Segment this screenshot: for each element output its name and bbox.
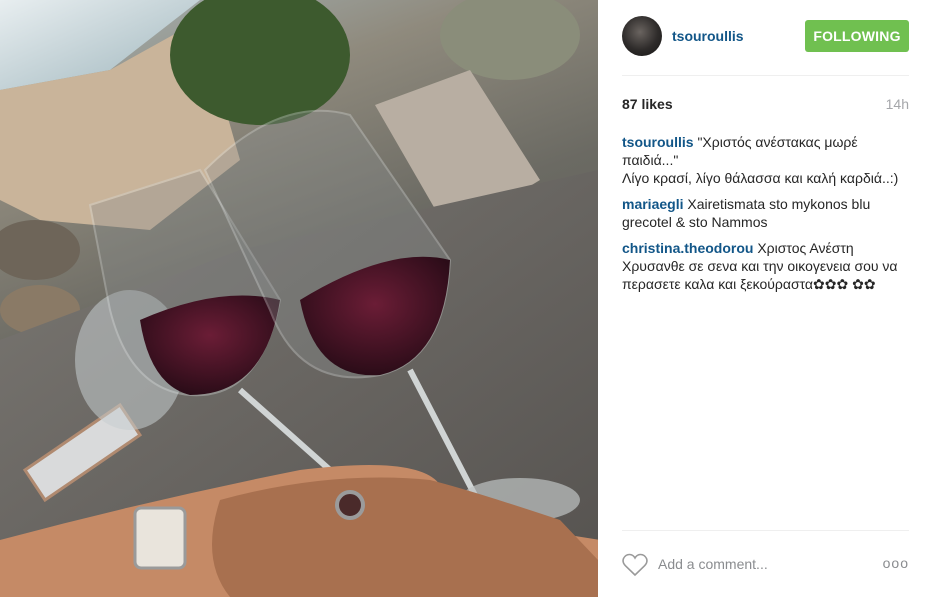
add-comment-input[interactable] bbox=[658, 553, 868, 575]
likes-count[interactable]: 87 likes bbox=[622, 96, 673, 112]
comment-item: christina.theodorou Χριστος Ανέστη Χρυσα… bbox=[622, 239, 909, 293]
comment-list: tsouroullis "Χριστός ανέστακας μωρέ παιδ… bbox=[622, 133, 909, 301]
comment-username[interactable]: tsouroullis bbox=[622, 134, 694, 150]
post-footer: ooo bbox=[622, 530, 909, 596]
heart-icon[interactable] bbox=[622, 553, 648, 577]
photo-illustration bbox=[0, 0, 598, 597]
following-button[interactable]: FOLLOWING bbox=[805, 20, 909, 52]
author-username[interactable]: tsouroullis bbox=[672, 28, 744, 44]
post-header: tsouroullis FOLLOWING bbox=[622, 16, 909, 76]
stats-row: 87 likes 14h bbox=[622, 96, 909, 114]
post-side-panel: tsouroullis FOLLOWING 87 likes 14h tsour… bbox=[598, 0, 932, 597]
comment-username[interactable]: christina.theodorou bbox=[622, 240, 753, 256]
comment-item: mariaegli Xairetismata sto mykonos blu g… bbox=[622, 195, 909, 231]
more-options-icon[interactable]: ooo bbox=[883, 555, 909, 571]
comment-username[interactable]: mariaegli bbox=[622, 196, 683, 212]
comment-item: tsouroullis "Χριστός ανέστακας μωρέ παιδ… bbox=[622, 133, 909, 187]
post-photo[interactable] bbox=[0, 0, 598, 597]
avatar[interactable] bbox=[622, 16, 662, 56]
post-timestamp[interactable]: 14h bbox=[886, 96, 909, 112]
